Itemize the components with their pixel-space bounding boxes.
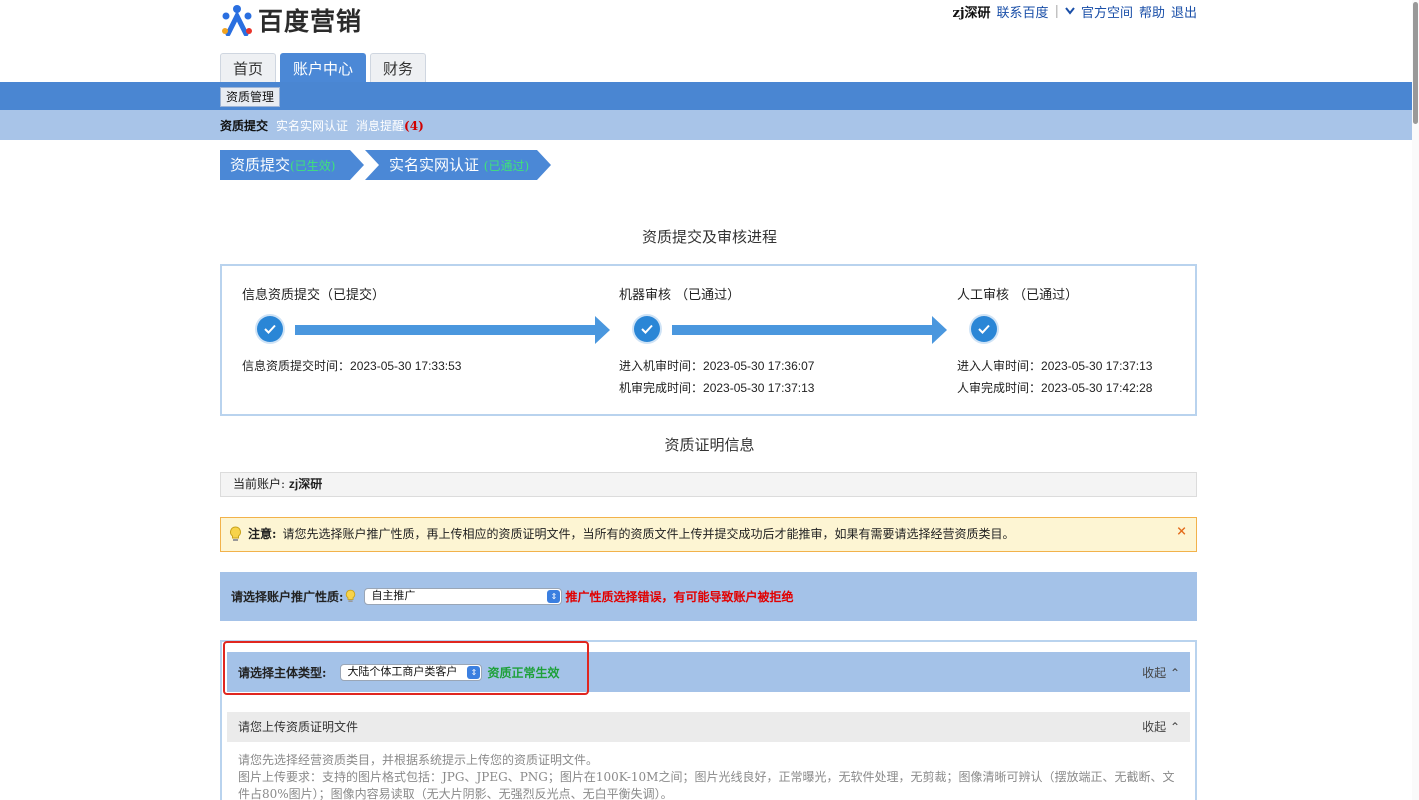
lightbulb-icon	[345, 589, 356, 604]
top-nav: zj深研 联系百度 | 官方空间 帮助 退出	[952, 2, 1197, 21]
notice-text: 请您先选择账户推广性质，再上传相应的资质证明文件，当所有的资质文件上传并提交成功…	[282, 527, 1015, 541]
help-link[interactable]: 帮助	[1139, 2, 1165, 21]
time-label: 机审完成时间：	[619, 381, 704, 395]
arrow-right-icon	[932, 316, 947, 344]
account-value: zj深研	[288, 477, 323, 491]
account-label: 当前账户:	[233, 477, 289, 491]
message-count-badge: (4)	[404, 119, 424, 133]
secondary-nav: 资质提交 实名实网认证 消息提醒(4)	[220, 117, 424, 134]
step-qualification-submit[interactable]: 资质提交(已生效)	[220, 150, 364, 180]
chevron-down-icon[interactable]	[1065, 5, 1075, 18]
notice-banner: 注意: 请您先选择账户推广性质，再上传相应的资质证明文件，当所有的资质文件上传并…	[220, 517, 1197, 552]
promotion-nature-label: 请选择账户推广性质:	[231, 590, 344, 604]
time-value: 2023-05-30 17:42:28	[1041, 381, 1153, 395]
time-value: 2023-05-30 17:37:13	[1041, 359, 1153, 373]
time-value: 2023-05-30 17:33:53	[350, 359, 462, 373]
contact-baidu-link[interactable]: 联系百度	[997, 2, 1049, 21]
time-label: 人审完成时间：	[957, 381, 1042, 395]
primary-nav-bar	[0, 82, 1412, 110]
time-label: 信息资质提交时间：	[242, 359, 351, 373]
lightbulb-icon	[229, 526, 242, 543]
check-icon	[971, 316, 997, 342]
upload-line-1: 请您先选择经营资质类目，并根据系统提示上传您的资质证明文件。	[238, 753, 599, 767]
collapse-button[interactable]: 收起 ⌃	[1142, 712, 1180, 742]
arrow-right-icon	[595, 316, 610, 344]
machine-times: 进入机审时间：2023-05-30 17:36:07 机审完成时间：2023-0…	[619, 355, 814, 399]
step-real-name-auth[interactable]: 实名实网认证 (已通过)	[365, 150, 551, 180]
main-tabs: 首页 账户中心 财务	[220, 53, 427, 83]
review-process-panel: 信息资质提交（已提交） 机器审核 （已通过） 人工审核 （已通过） 信息资质提交…	[220, 264, 1197, 416]
notice-label: 注意:	[248, 527, 277, 541]
upload-line-2: 图片上传要求：支持的图片格式包括：JPG、JPEG、PNG；图片在100K-10…	[238, 770, 1175, 800]
baidu-marketing-logo[interactable]: 百度营销	[220, 4, 363, 37]
qualification-management-button[interactable]: 资质管理	[220, 87, 281, 107]
username: zj深研	[952, 6, 991, 21]
highlight-annotation	[223, 641, 589, 695]
close-icon[interactable]: ×	[1176, 515, 1187, 548]
select-value: 自主推广	[371, 590, 416, 602]
upload-instructions: 请您先选择经营资质类目，并根据系统提示上传您的资质证明文件。 图片上传要求：支持…	[238, 752, 1184, 800]
collapse-button[interactable]: 收起 ⌃	[1142, 664, 1180, 681]
manual-times: 进入人审时间：2023-05-30 17:37:13 人审完成时间：2023-0…	[957, 355, 1152, 399]
time-value: 2023-05-30 17:36:07	[703, 359, 815, 373]
secondary-nav-bar	[0, 110, 1412, 140]
subnav-real-name-auth[interactable]: 实名实网认证	[276, 117, 348, 134]
separator: |	[1054, 4, 1059, 19]
step-label: 实名实网认证	[389, 156, 484, 174]
upload-title: 请您上传资质证明文件	[238, 720, 359, 734]
logo-icon	[220, 4, 254, 37]
check-icon	[257, 316, 283, 342]
scrollbar-thumb[interactable]	[1413, 2, 1418, 124]
messages-label: 消息提醒	[356, 119, 405, 133]
progress-arrow-line	[672, 325, 932, 335]
promotion-nature-bar: 请选择账户推广性质: 自主推广 ⇕ 推广性质选择错误，有可能导致账户被拒绝	[220, 572, 1197, 621]
select-caret-icon: ⇕	[547, 590, 561, 603]
time-label: 进入人审时间：	[957, 359, 1042, 373]
step-status: (已生效)	[290, 159, 336, 173]
stage-machine-title: 机器审核 （已通过）	[619, 288, 741, 303]
step-label: 资质提交	[230, 156, 291, 174]
chevron-up-icon: ⌃	[1169, 720, 1180, 734]
time-value: 2023-05-30 17:37:13	[703, 381, 815, 395]
tab-finance[interactable]: 财务	[370, 53, 427, 83]
logo-text: 百度营销	[258, 7, 363, 36]
stage-manual-title: 人工审核 （已通过）	[957, 288, 1079, 303]
check-icon	[634, 316, 660, 342]
official-space-link[interactable]: 官方空间	[1081, 2, 1133, 21]
tab-home[interactable]: 首页	[220, 53, 277, 83]
promotion-warning: 推广性质选择错误，有可能导致账户被拒绝	[565, 590, 794, 604]
tab-account-center[interactable]: 账户中心	[280, 53, 367, 83]
process-section-title: 资质提交及审核进程	[641, 228, 777, 246]
collapse-label: 收起	[1142, 720, 1167, 734]
stage-submit-title: 信息资质提交（已提交）	[242, 288, 386, 303]
step-status: (已通过)	[483, 159, 530, 173]
time-label: 进入机审时间：	[619, 359, 704, 373]
submit-time: 信息资质提交时间：2023-05-30 17:33:53	[242, 355, 461, 377]
subnav-qualification-submit[interactable]: 资质提交	[220, 117, 268, 134]
promotion-nature-select[interactable]: 自主推广 ⇕	[364, 588, 563, 605]
proof-section-title: 资质证明信息	[664, 436, 755, 454]
current-account-bar: 当前账户: zj深研	[220, 472, 1197, 497]
collapse-label: 收起	[1142, 665, 1167, 680]
progress-arrow-line	[295, 325, 595, 335]
subnav-messages[interactable]: 消息提醒(4)	[356, 117, 424, 134]
upload-section-bar: 请您上传资质证明文件 收起 ⌃	[227, 712, 1190, 742]
chevron-up-icon: ⌃	[1169, 665, 1180, 680]
logout-link[interactable]: 退出	[1171, 2, 1197, 21]
